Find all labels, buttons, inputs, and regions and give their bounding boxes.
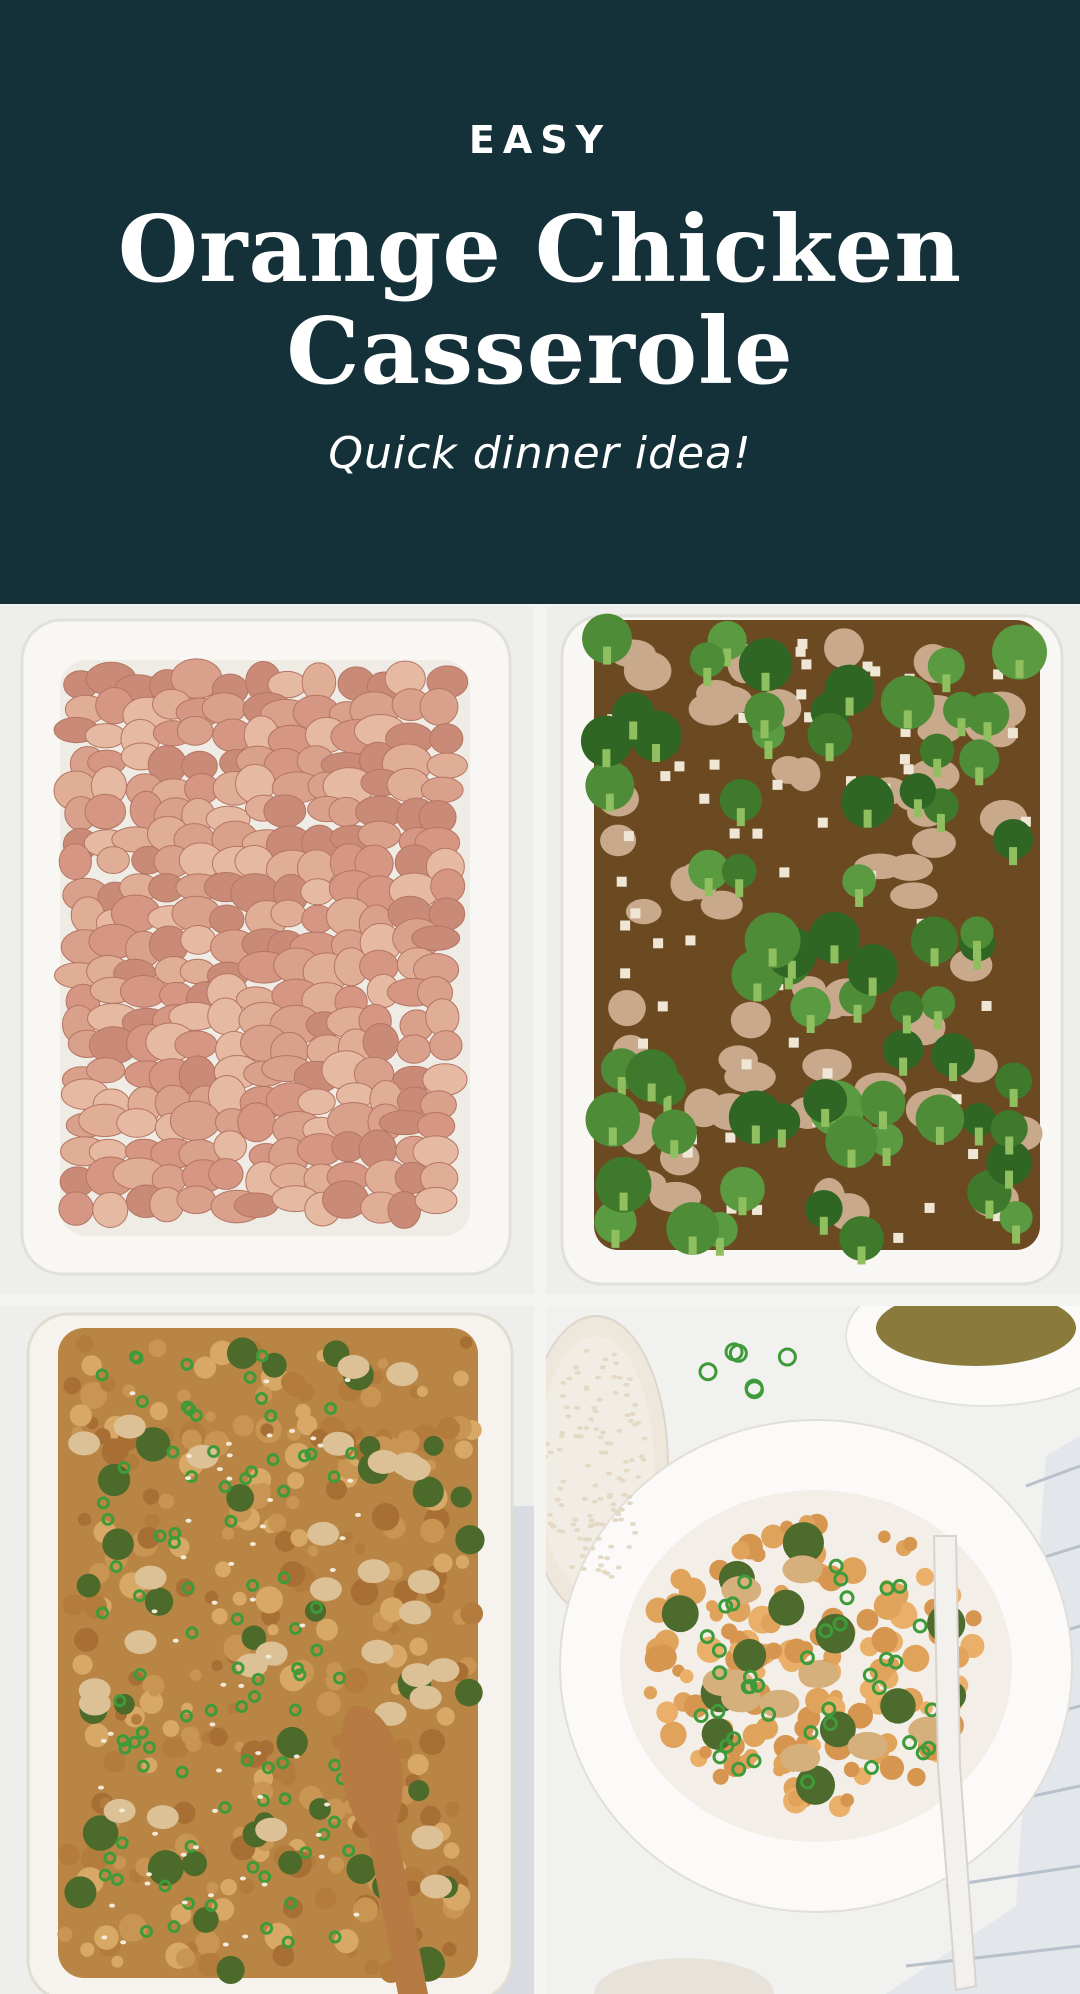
- recipe-subtitle: Quick dinner idea!: [328, 428, 752, 479]
- kicker-text: EASY: [468, 118, 612, 162]
- recipe-title-line-1: Orange Chicken: [117, 195, 963, 303]
- recipe-title: Orange Chicken Casserole: [0, 198, 1080, 402]
- baked-casserole-photo: [0, 1306, 534, 1994]
- recipe-title-line-2: Casserole: [286, 297, 794, 405]
- raw-chicken-photo: [0, 606, 534, 1294]
- title-banner: EASY Orange Chicken Casserole Quick dinn…: [0, 0, 1080, 604]
- served-bowl-photo: [546, 1306, 1080, 1994]
- unbaked-casserole-photo: [546, 606, 1080, 1294]
